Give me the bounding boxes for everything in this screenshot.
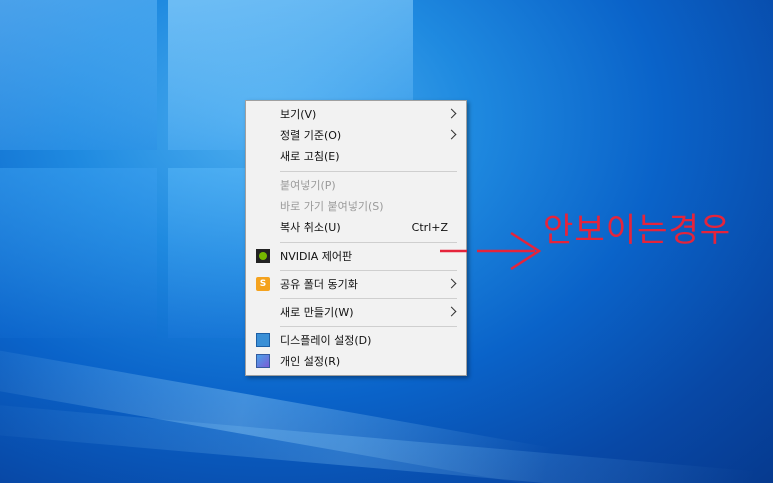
menu-item-label: 새로 만들기(W) — [280, 306, 354, 319]
menu-item-view[interactable]: 보기(V) — [247, 104, 465, 125]
menu-item-sync-shared-folder[interactable]: S 공유 폴더 동기화 — [247, 274, 465, 295]
sync-folder-icon: S — [256, 277, 270, 291]
chevron-right-icon — [446, 278, 457, 289]
display-icon — [256, 333, 270, 347]
menu-item-label: 붙여넣기(P) — [280, 179, 336, 192]
nvidia-icon — [256, 249, 270, 263]
desktop-context-menu: 보기(V) 정렬 기준(O) 새로 고침(E) 붙여넣기(P) 바로 가기 붙여… — [245, 100, 467, 376]
personalize-icon — [256, 354, 270, 368]
menu-item-label: 공유 폴더 동기화 — [280, 278, 358, 291]
menu-item-nvidia-control-panel[interactable]: NVIDIA 제어판 — [247, 246, 465, 267]
menu-item-personalize[interactable]: 개인 설정(R) — [247, 351, 465, 372]
light-beam — [0, 400, 757, 483]
menu-item-label: 바로 가기 붙여넣기(S) — [280, 200, 384, 213]
windows-logo-pane — [0, 168, 157, 338]
menu-separator — [280, 270, 457, 271]
menu-item-label: 개인 설정(R) — [280, 355, 341, 368]
menu-separator — [280, 242, 457, 243]
annotation-text: 안보이는경우 — [543, 210, 732, 249]
chevron-right-icon — [446, 129, 457, 140]
chevron-right-icon — [446, 306, 457, 317]
menu-item-label: 복사 취소(U) — [280, 221, 341, 234]
menu-item-undo-copy[interactable]: 복사 취소(U) Ctrl+Z — [247, 217, 465, 238]
menu-item-paste-shortcut: 바로 가기 붙여넣기(S) — [247, 196, 465, 217]
menu-item-label: NVIDIA 제어판 — [280, 250, 353, 263]
menu-separator — [280, 298, 457, 299]
menu-item-label: 새로 고침(E) — [280, 150, 340, 163]
menu-item-sort-by[interactable]: 정렬 기준(O) — [247, 125, 465, 146]
menu-item-new[interactable]: 새로 만들기(W) — [247, 302, 465, 323]
menu-item-display-settings[interactable]: 디스플레이 설정(D) — [247, 330, 465, 351]
menu-item-paste: 붙여넣기(P) — [247, 175, 465, 196]
menu-separator — [280, 326, 457, 327]
chevron-right-icon — [446, 108, 457, 119]
menu-item-refresh[interactable]: 새로 고침(E) — [247, 146, 465, 167]
menu-item-label: 디스플레이 설정(D) — [280, 334, 372, 347]
menu-item-label: 보기(V) — [280, 108, 317, 121]
menu-separator — [280, 171, 457, 172]
windows-logo-pane — [0, 0, 157, 150]
annotation-arrow-icon — [440, 231, 542, 271]
menu-item-label: 정렬 기준(O) — [280, 129, 342, 142]
